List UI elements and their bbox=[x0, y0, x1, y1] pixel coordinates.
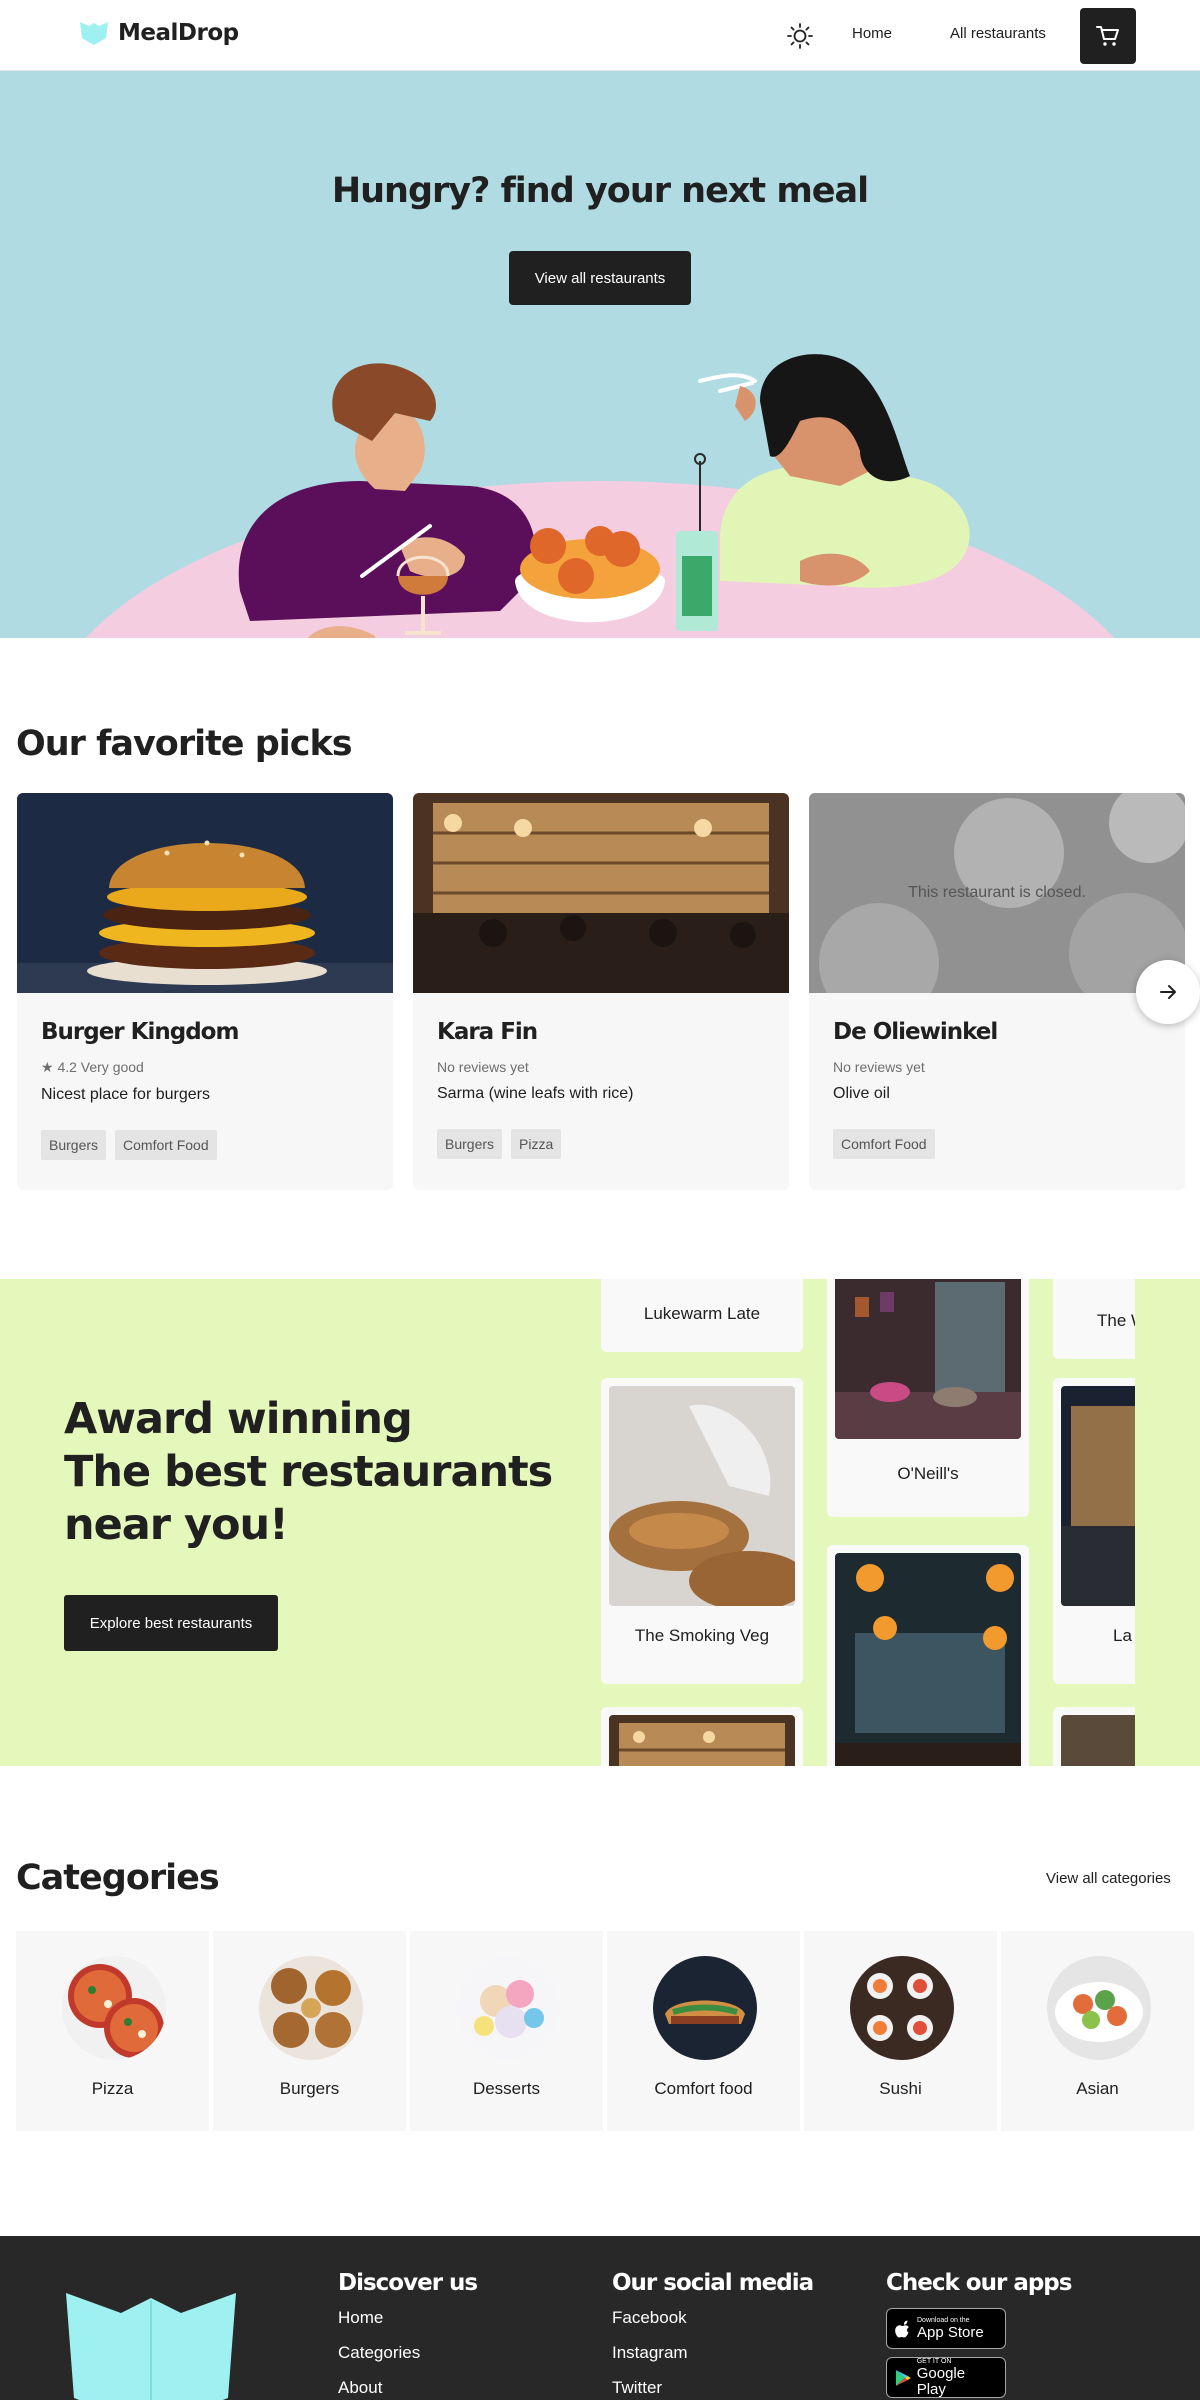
restaurant-description: Sarma (wine leafs with rice) bbox=[437, 1085, 634, 1102]
category-label: Burgers bbox=[279, 2079, 340, 2098]
category-label: Desserts bbox=[472, 2079, 541, 2098]
carousel-next-button[interactable] bbox=[1136, 960, 1200, 1024]
restaurant-name: De Oliewinkel bbox=[833, 1019, 998, 1045]
restaurant-tile[interactable]: The Smoking Veg bbox=[601, 1378, 803, 1684]
restaurant-photo bbox=[835, 1553, 1021, 1766]
site-footer: Discover us Home Categories About Our so… bbox=[0, 2236, 1200, 2400]
restaurant-rating: No reviews yet bbox=[437, 1059, 529, 1075]
google-play-icon bbox=[895, 2369, 911, 2386]
restaurant-card[interactable]: Burger Kingdom ★ 4.2 Very good Nicest pl… bbox=[17, 793, 393, 1190]
category-tag: Pizza bbox=[511, 1129, 562, 1159]
categories-title: Categories bbox=[16, 1858, 220, 1898]
restaurant-photo bbox=[609, 1715, 795, 1766]
footer-logo bbox=[66, 2293, 236, 2400]
footer-apps: Check our apps Download on the App Store… bbox=[886, 2270, 1072, 2400]
category-tag: Comfort Food bbox=[833, 1129, 935, 1159]
site-header: MealDrop Home All restaurants bbox=[0, 0, 1200, 71]
restaurant-name: Burger Kingdom bbox=[41, 1019, 239, 1045]
cart-icon bbox=[1096, 26, 1119, 46]
restaurant-photo bbox=[609, 1386, 795, 1606]
category-label: Pizza bbox=[91, 2079, 134, 2098]
arrow-right-icon bbox=[1160, 985, 1176, 999]
footer-link-twitter[interactable]: Twitter bbox=[612, 2378, 813, 2398]
restaurant-tile[interactable] bbox=[601, 1707, 803, 1766]
google-play-badge[interactable]: GET IT ON Google Play bbox=[886, 2357, 1006, 2398]
restaurant-photo bbox=[1061, 1386, 1135, 1606]
google-play-big-text: Google Play bbox=[916, 2364, 966, 2398]
hero-banner: Hungry? find your next meal View all res… bbox=[0, 71, 1200, 638]
restaurant-tile-name: Lukewarm Late bbox=[643, 1304, 761, 1323]
footer-discover: Discover us Home Categories About bbox=[338, 2270, 478, 2400]
footer-link-about[interactable]: About bbox=[338, 2378, 477, 2398]
logo[interactable]: MealDrop bbox=[80, 20, 239, 46]
nav-home-link[interactable]: Home bbox=[852, 25, 892, 42]
restaurant-card[interactable]: Kara Fin No reviews yet Sarma (wine leaf… bbox=[413, 793, 789, 1190]
restaurant-tile-name: O'Neill's bbox=[897, 1464, 959, 1483]
category-item-comfort-food[interactable]: Comfort food bbox=[607, 1931, 800, 2131]
category-tag: Burgers bbox=[41, 1130, 107, 1160]
category-tag: Comfort Food bbox=[115, 1130, 217, 1160]
footer-social: Our social media Facebook Instagram Twit… bbox=[612, 2270, 814, 2400]
footer-link-home[interactable]: Home bbox=[338, 2308, 477, 2328]
award-title: Award winning The best restaurants near … bbox=[64, 1394, 553, 1550]
explore-best-restaurants-button[interactable]: Explore best restaurants bbox=[64, 1595, 278, 1651]
restaurant-tile-name: La bbox=[1113, 1626, 1132, 1645]
restaurant-tile[interactable] bbox=[827, 1545, 1029, 1766]
footer-link-facebook[interactable]: Facebook bbox=[612, 2308, 813, 2328]
category-photo bbox=[653, 1956, 757, 2060]
category-item-desserts[interactable]: Desserts bbox=[410, 1931, 603, 2131]
category-photo bbox=[850, 1956, 954, 2060]
restaurant-mosaic: Lukewarm Late The Smoking Veg O'Neill's … bbox=[597, 1279, 1135, 1766]
nav-all-restaurants-link[interactable]: All restaurants bbox=[950, 25, 1046, 42]
logo-icon bbox=[80, 22, 108, 45]
category-item-burgers[interactable]: Burgers bbox=[213, 1931, 406, 2131]
restaurant-description: Olive oil bbox=[833, 1085, 890, 1102]
category-label: Comfort food bbox=[654, 2079, 753, 2098]
restaurant-description: Nicest place for burgers bbox=[41, 1086, 210, 1103]
footer-link-instagram[interactable]: Instagram bbox=[612, 2343, 813, 2363]
app-store-big-text: App Store bbox=[917, 2323, 984, 2341]
sun-icon[interactable] bbox=[786, 22, 814, 50]
award-section: Award winning The best restaurants near … bbox=[0, 1279, 1200, 1766]
closed-notice: This restaurant is closed. bbox=[908, 884, 1086, 901]
restaurant-name: Kara Fin bbox=[437, 1019, 538, 1045]
restaurant-photo bbox=[1061, 1715, 1135, 1766]
hero-title: Hungry? find your next meal bbox=[331, 171, 869, 211]
restaurant-photo bbox=[413, 793, 789, 993]
cart-button[interactable] bbox=[1080, 8, 1136, 64]
app-store-badge[interactable]: Download on the App Store bbox=[886, 2308, 1006, 2349]
restaurant-tile[interactable]: The W bbox=[1053, 1279, 1135, 1359]
category-tag: Burgers bbox=[437, 1129, 503, 1159]
restaurant-photo bbox=[17, 793, 393, 993]
restaurant-tile[interactable]: Lukewarm Late bbox=[601, 1279, 803, 1352]
favorite-picks-title: Our favorite picks bbox=[16, 724, 353, 764]
category-item-asian[interactable]: Asian bbox=[1001, 1931, 1194, 2131]
categories-list: Pizza Burgers Desserts Comfort food Sush… bbox=[16, 1931, 1200, 2131]
restaurant-tile-name: The Smoking Veg bbox=[634, 1626, 770, 1645]
restaurant-photo bbox=[835, 1279, 1021, 1439]
apple-icon bbox=[895, 2320, 909, 2337]
restaurant-tile[interactable]: O'Neill's bbox=[827, 1279, 1029, 1517]
logo-text: MealDrop bbox=[118, 20, 239, 46]
restaurant-rating: No reviews yet bbox=[833, 1059, 925, 1075]
category-item-sushi[interactable]: Sushi bbox=[804, 1931, 997, 2131]
footer-discover-title: Discover us bbox=[338, 2270, 478, 2296]
restaurant-tile[interactable]: La bbox=[1053, 1378, 1135, 1684]
restaurant-tile[interactable] bbox=[1053, 1707, 1135, 1766]
footer-apps-title: Check our apps bbox=[886, 2270, 1072, 2296]
restaurant-card[interactable]: This restaurant is closed. De Oliewinkel… bbox=[809, 793, 1185, 1190]
view-all-categories-link[interactable]: View all categories bbox=[1046, 1870, 1171, 1887]
category-photo bbox=[456, 1956, 560, 2060]
hero-illustration bbox=[85, 354, 1115, 638]
footer-link-categories[interactable]: Categories bbox=[338, 2343, 477, 2363]
restaurant-rating: ★ 4.2 Very good bbox=[41, 1059, 144, 1075]
category-label: Asian bbox=[1076, 2079, 1119, 2098]
category-label: Sushi bbox=[879, 2079, 922, 2098]
restaurant-tile-name: The W bbox=[1097, 1311, 1135, 1330]
category-item-pizza[interactable]: Pizza bbox=[16, 1931, 209, 2131]
category-photo bbox=[1047, 1956, 1151, 2060]
category-photo bbox=[62, 1956, 166, 2060]
footer-social-title: Our social media bbox=[612, 2270, 814, 2296]
category-photo bbox=[259, 1956, 363, 2060]
